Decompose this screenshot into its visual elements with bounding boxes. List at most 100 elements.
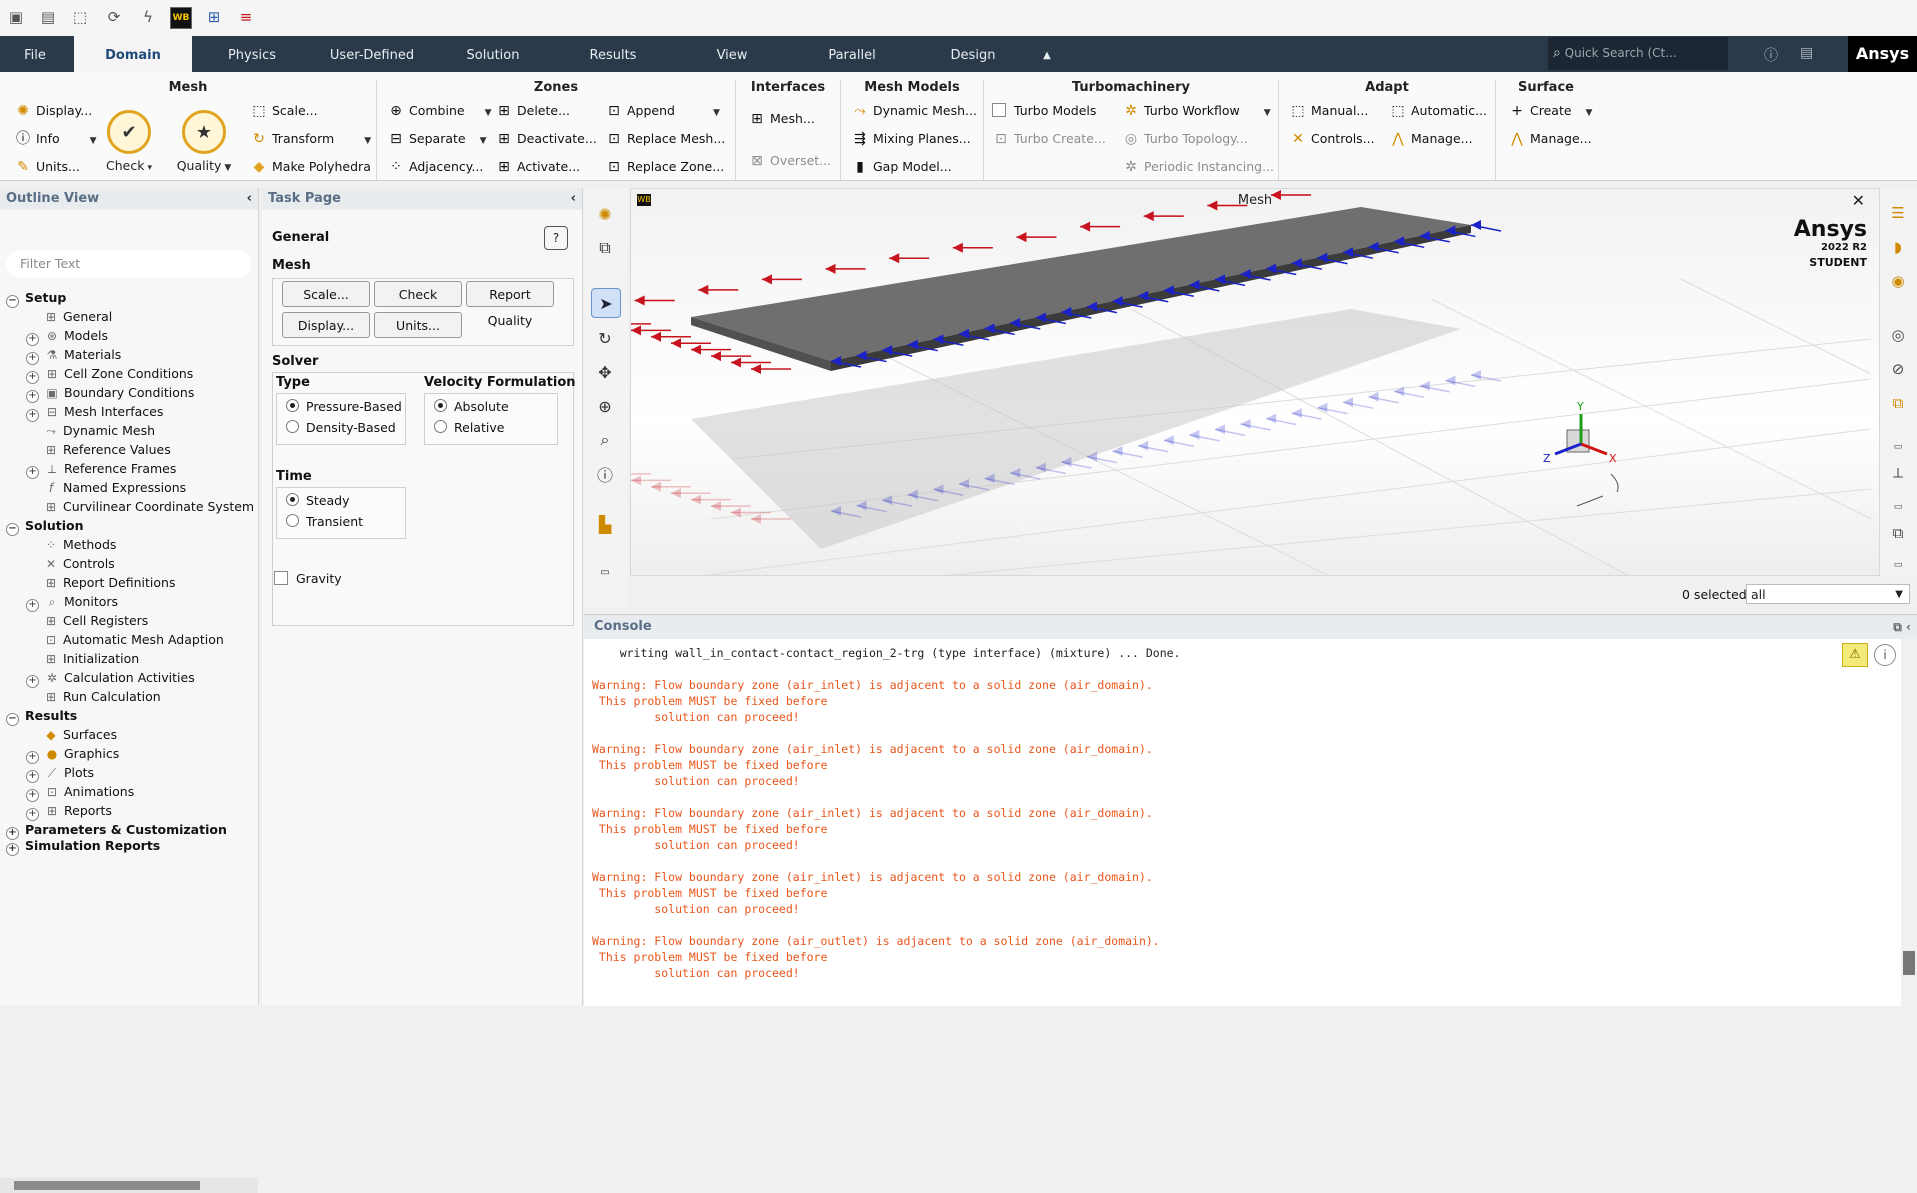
tree-item-report-definitions[interactable]: ⊞ Report Definitions (44, 573, 175, 592)
tab-results[interactable]: Results (568, 36, 658, 72)
task-check-button[interactable]: Check (374, 281, 462, 307)
tree-item-methods[interactable]: ⁘ Methods (44, 535, 116, 554)
select-pointer-icon[interactable]: ➤ (591, 288, 621, 318)
collapse-panel-icon[interactable]: ‹ (247, 188, 252, 210)
zoom-box-icon[interactable]: ⌕ (591, 426, 619, 454)
zoom-in-out-icon[interactable]: ⊕ (591, 392, 619, 420)
probe-info-icon[interactable]: ⓘ (591, 460, 619, 488)
layout-icon[interactable]: ▤ (1800, 45, 1813, 61)
collapse-ribbon-icon[interactable]: ▲ (1034, 36, 1060, 72)
tree-item-setup[interactable]: − Setup (6, 288, 66, 308)
collapse-panel-icon[interactable]: ‹ (571, 188, 576, 210)
mixing-planes-button[interactable]: ⇶ Mixing Planes... (851, 128, 971, 150)
tree-item-results[interactable]: − Results (6, 706, 77, 726)
show-hide-icon[interactable]: ◎ (1885, 322, 1911, 348)
adapt-manage-button[interactable]: ⋀ Manage... (1389, 128, 1472, 150)
mesh-info-button[interactable]: ⓘ Info ▼ (14, 128, 97, 150)
tree-item-reference-values[interactable]: ⊞ Reference Values (44, 440, 171, 459)
surface-manage-button[interactable]: ⋀ Manage... (1508, 128, 1591, 150)
check-button[interactable]: ✔ Check ▾ (104, 110, 154, 173)
adjacency-button[interactable]: ⁘ Adjacency... (387, 156, 483, 178)
radio-relative[interactable]: Relative (434, 420, 504, 435)
rotate-icon[interactable]: ↻ (591, 324, 619, 352)
radio-density-based[interactable]: Density-Based (286, 420, 396, 435)
toolbar-handle-icon[interactable]: ▭ (591, 558, 619, 586)
new-case-icon[interactable]: ▣ (6, 7, 26, 27)
turbo-workflow-button[interactable]: ✲ Turbo Workflow ▼ (1122, 100, 1271, 122)
tree-item-boundary-conditions[interactable]: + ▣ Boundary Conditions (26, 383, 194, 403)
tree-item-animations[interactable]: + ⊡ Animations (26, 782, 134, 802)
scale-button[interactable]: ⬚ Scale... (250, 100, 317, 122)
tree-item-solution[interactable]: − Solution (6, 516, 84, 536)
task-units-button[interactable]: Units... (374, 312, 462, 338)
mesh-units-button[interactable]: ✎ Units... (14, 156, 80, 178)
tab-file[interactable]: File (0, 36, 70, 72)
gravity-checkbox[interactable]: Gravity (274, 571, 342, 586)
adapt-manual-button[interactable]: ⬚ Manual... (1289, 100, 1368, 122)
task-display-button[interactable]: Display... (282, 312, 370, 338)
view-side-icon[interactable]: ◉ (1885, 268, 1911, 294)
activate-zone-button[interactable]: ⊞ Activate... (495, 156, 580, 178)
tree-item-controls[interactable]: ✕ Controls (44, 554, 115, 573)
separate-button[interactable]: ⊟ Separate ▼ (387, 128, 486, 150)
tree-item-monitors[interactable]: + ⌕ Monitors (26, 592, 118, 612)
tree-item-models[interactable]: + ⊛ Models (26, 326, 108, 346)
help-icon[interactable]: ⓘ (1764, 45, 1778, 65)
replace-mesh-button[interactable]: ⊡ Replace Mesh... (605, 128, 725, 150)
tab-user-defined[interactable]: User-Defined (316, 36, 428, 72)
tree-item-graphics[interactable]: + ● Graphics (26, 744, 119, 764)
run-icon[interactable]: ϟ (138, 7, 158, 27)
tree-item-mesh-interfaces[interactable]: + ⊟ Mesh Interfaces (26, 402, 163, 422)
tree-item-materials[interactable]: + ⚗ Materials (26, 345, 121, 365)
interfaces-mesh-button[interactable]: ⊞ Mesh... (748, 108, 815, 130)
adapt-automatic-button[interactable]: ⬚ Automatic... (1389, 100, 1487, 122)
pan-icon[interactable]: ✥ (591, 358, 619, 386)
info-icon[interactable]: i (1874, 644, 1896, 666)
deactivate-zone-button[interactable]: ⊞ Deactivate... (495, 128, 597, 150)
tree-item-reference-frames[interactable]: + ⟂ Reference Frames (26, 459, 176, 479)
graphics-viewport[interactable]: WB Mesh ✕ Ansys 2022 R2 STUDENT Y X Z (630, 188, 1880, 576)
isometric-view-icon[interactable]: ☰ (1885, 200, 1911, 226)
turbo-create-button[interactable]: ⊡ Turbo Create... (992, 128, 1106, 150)
tree-item-reports[interactable]: + ⊞ Reports (26, 801, 112, 821)
radio-steady[interactable]: Steady (286, 493, 350, 508)
workbench-icon[interactable]: WB (170, 7, 192, 29)
tree-item-cell-zone-conditions[interactable]: + ⊞ Cell Zone Conditions (26, 364, 193, 384)
help-button[interactable]: ? (544, 226, 568, 250)
outline-horizontal-scrollbar[interactable] (0, 1178, 258, 1193)
mesh-icon[interactable]: ⬚ (70, 7, 90, 27)
open-case-icon[interactable]: ▤ (38, 7, 58, 27)
dynamic-mesh-button[interactable]: ⤳ Dynamic Mesh... (851, 100, 977, 122)
warning-icon[interactable]: ⚠ (1842, 643, 1868, 667)
selection-filter-select[interactable]: all ▼ (1746, 584, 1910, 604)
tab-parallel[interactable]: Parallel (806, 36, 898, 72)
tree-item-run-calculation[interactable]: ⊞ Run Calculation (44, 687, 161, 706)
layers-icon[interactable]: ⧉ (1885, 390, 1911, 416)
tree-item-cell-registers[interactable]: ⊞ Cell Registers (44, 611, 148, 630)
parametric-icon[interactable]: ⊞ (204, 7, 224, 27)
gap-model-button[interactable]: ▮ Gap Model... (851, 156, 952, 178)
periodic-instancing-button[interactable]: ✲ Periodic Instancing... (1122, 156, 1274, 178)
tab-physics[interactable]: Physics (206, 36, 298, 72)
radio-transient[interactable]: Transient (286, 514, 363, 529)
quick-search-input[interactable]: ⌕ Quick Search (Ct... (1548, 37, 1728, 70)
axes-icon[interactable]: ⟂ (1885, 460, 1911, 486)
adapt-controls-button[interactable]: ✕ Controls... (1289, 128, 1375, 150)
tree-item-automatic-mesh-adaption[interactable]: ⊡ Automatic Mesh Adaption (44, 630, 224, 649)
radio-absolute[interactable]: Absolute (434, 399, 509, 414)
delete-zone-button[interactable]: ⊞ Delete... (495, 100, 570, 122)
turbo-models-checkbox[interactable]: Turbo Models (992, 100, 1096, 122)
tab-view[interactable]: View (690, 36, 774, 72)
view-front-icon[interactable]: ◗ (1885, 234, 1911, 260)
make-polyhedra-button[interactable]: ◆ Make Polyhedra (250, 156, 371, 178)
copy-graphics-icon[interactable]: ⧉ (1885, 520, 1911, 546)
console-window-icons[interactable]: ⧉ ‹ (1893, 615, 1911, 639)
snapshot-icon[interactable]: ▙ (591, 510, 619, 538)
task-scale-button[interactable]: Scale... (282, 281, 370, 307)
tab-solution[interactable]: Solution (448, 36, 538, 72)
reload-icon[interactable]: ⟳ (104, 7, 124, 27)
tab-design[interactable]: Design (928, 36, 1018, 72)
radio-pressure-based[interactable]: Pressure-Based (286, 399, 402, 414)
tab-domain[interactable]: Domain (74, 36, 192, 72)
fit-to-window-icon[interactable]: ✺ (591, 200, 619, 228)
